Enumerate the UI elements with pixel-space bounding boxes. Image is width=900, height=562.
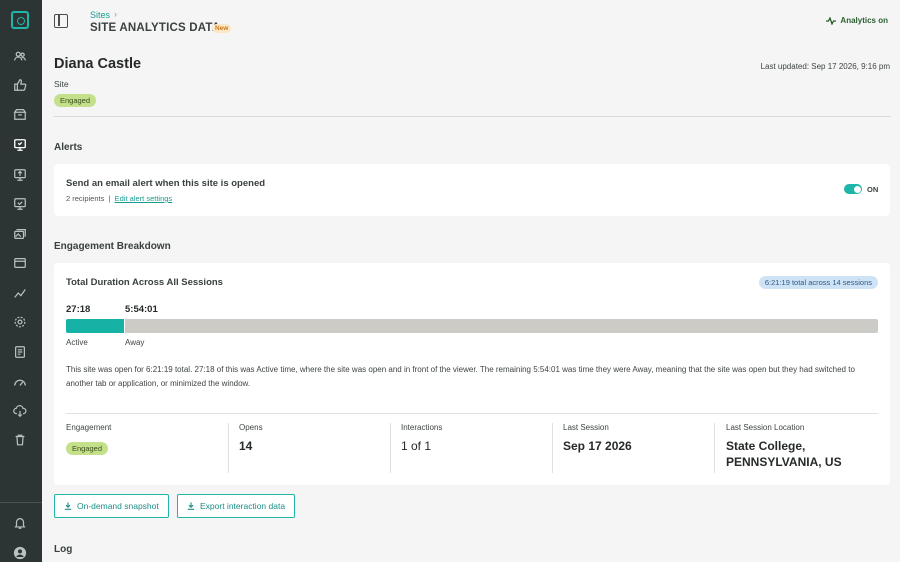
alerts-heading: Alerts [54, 142, 83, 153]
screen-check-icon[interactable] [12, 196, 28, 212]
analytics-status[interactable]: Analytics on [826, 16, 888, 25]
stat-location: Last Session Location State College, PEN… [726, 423, 876, 473]
sidebar-divider [0, 502, 42, 503]
log-heading: Log [54, 544, 73, 555]
away-label: Away [125, 338, 145, 347]
breadcrumb-sites[interactable]: Sites [90, 10, 110, 20]
stat-last-session: Last Session Sep 17 2026 [563, 423, 713, 473]
stat-engagement-label: Engagement [66, 423, 112, 432]
engagement-heading: Engagement Breakdown [54, 241, 171, 252]
screen-share-icon[interactable] [12, 167, 28, 183]
active-bar-segment [66, 319, 124, 333]
status-badge: Engaged [54, 94, 97, 107]
site-name: Diana Castle [54, 56, 142, 72]
download-icon [187, 502, 195, 510]
stat-interactions-label: Interactions [401, 423, 443, 432]
new-badge: New [212, 24, 232, 33]
alert-title: Send an email alert when this site is op… [66, 178, 266, 189]
alert-subtitle: 2 recipients | Edit alert settings [66, 194, 172, 203]
alert-card: Send an email alert when this site is op… [54, 164, 890, 216]
images-icon[interactable] [12, 226, 28, 242]
active-label: Active [66, 338, 88, 347]
stat-separator [228, 423, 229, 473]
inbox-icon[interactable] [12, 106, 28, 122]
account-icon[interactable] [12, 545, 28, 561]
on-demand-snapshot-label: On-demand snapshot [77, 501, 159, 511]
duration-bar [66, 319, 878, 333]
stat-last-session-value: Sep 17 2026 [563, 439, 632, 453]
document-icon[interactable] [12, 344, 28, 360]
gauge-icon[interactable] [12, 374, 28, 390]
analytics-status-label: Analytics on [840, 16, 888, 25]
download-icon [64, 502, 72, 510]
breadcrumb-separator: › [114, 9, 117, 19]
stat-separator [714, 423, 715, 473]
alert-toggle[interactable] [844, 184, 862, 194]
pulse-icon [826, 16, 837, 25]
export-interaction-data-label: Export interaction data [200, 501, 286, 511]
logo-icon[interactable] [11, 11, 29, 29]
export-interaction-data-button[interactable]: Export interaction data [177, 494, 296, 518]
stats-divider [66, 413, 878, 414]
recipients-count: 2 recipients [66, 194, 105, 203]
trend-icon[interactable] [12, 285, 28, 301]
stat-opens: Opens 14 [239, 423, 389, 473]
stat-separator [390, 423, 391, 473]
stat-engagement: Engagement Engaged [66, 423, 226, 473]
cloud-download-icon[interactable] [12, 403, 28, 419]
stat-location-value: State College, PENNSYLVANIA, US [726, 439, 842, 469]
stat-interactions: Interactions 1 of 1 [401, 423, 551, 473]
edit-alert-settings-link[interactable]: Edit alert settings [115, 194, 173, 203]
alert-toggle-label: ON [867, 185, 879, 194]
settings-icon[interactable] [12, 314, 28, 330]
stat-interactions-value: 1 of 1 [401, 439, 432, 453]
divider [54, 116, 891, 117]
duration-title: Total Duration Across All Sessions [66, 277, 223, 288]
duration-description: This site was open for 6:21:19 total. 27… [66, 365, 855, 388]
thumbs-up-icon[interactable] [12, 77, 28, 93]
presentation-icon[interactable] [12, 137, 28, 153]
engagement-card: Total Duration Across All Sessions 6:21:… [54, 263, 890, 485]
last-updated: Last updated: Sep 17 2026, 9:16 pm [760, 62, 890, 71]
site-kind: Site [54, 79, 69, 89]
on-demand-snapshot-button[interactable]: On-demand snapshot [54, 494, 169, 518]
stat-location-label: Last Session Location [726, 423, 805, 432]
bell-icon[interactable] [12, 515, 28, 531]
total-duration-pill: 6:21:19 total across 14 sessions [758, 276, 878, 289]
stat-last-session-label: Last Session [563, 423, 609, 432]
active-duration-value: 27:18 [66, 304, 91, 315]
stat-separator [552, 423, 553, 473]
stat-engagement-badge: Engaged [66, 442, 109, 455]
away-duration-value: 5:54:01 [125, 304, 158, 315]
users-icon[interactable] [12, 48, 28, 64]
trash-icon[interactable] [12, 432, 28, 448]
stat-opens-value: 14 [239, 439, 253, 453]
sidebar-toggle-icon[interactable] [54, 14, 68, 28]
stat-opens-label: Opens [239, 423, 263, 432]
top-header: Sites › SITE ANALYTICS DATA New Analytic… [42, 0, 900, 44]
page-title: SITE ANALYTICS DATA [90, 22, 221, 34]
browser-window-icon[interactable] [12, 255, 28, 271]
away-bar-segment [125, 319, 878, 333]
alert-separator: | [108, 194, 111, 203]
sidebar [0, 0, 42, 562]
